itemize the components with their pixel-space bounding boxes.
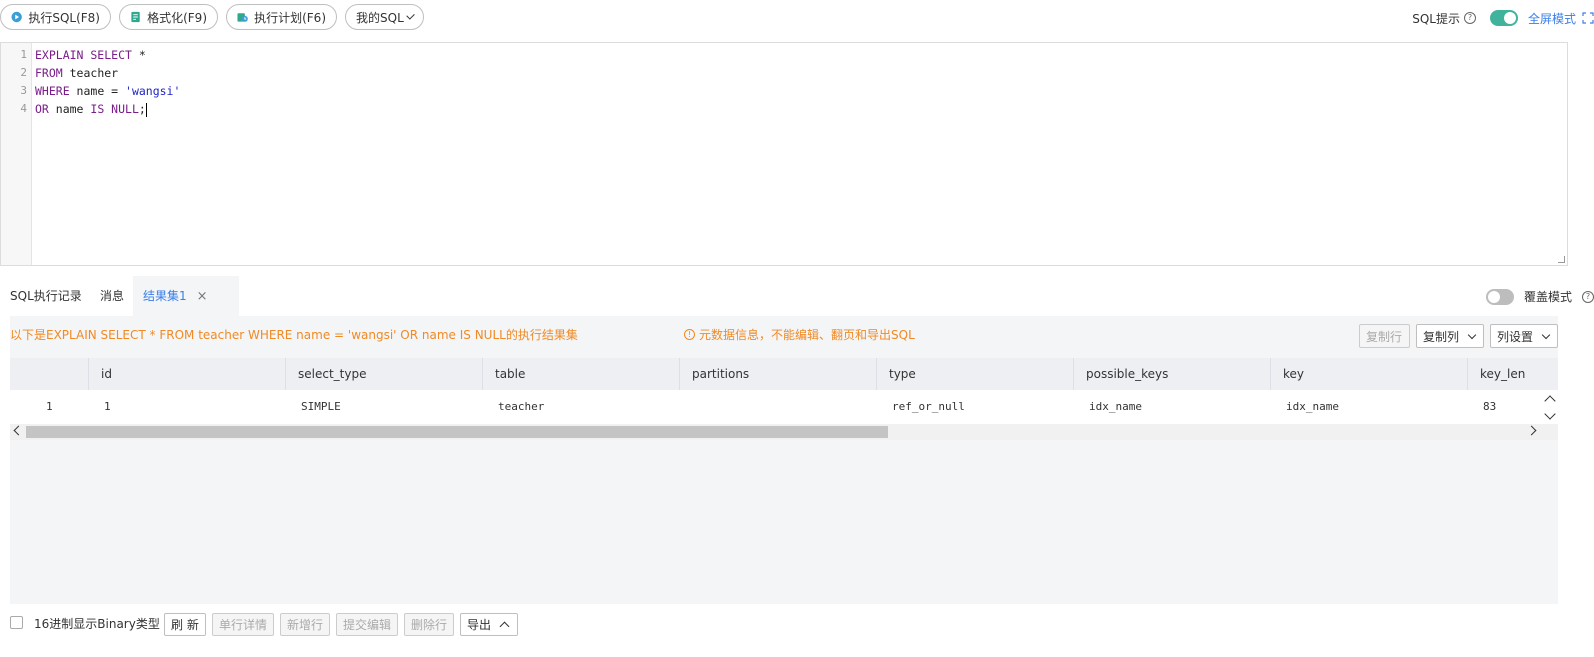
execution-plan-label: 执行计划(F6) bbox=[254, 10, 326, 25]
sql-text: * bbox=[131, 48, 146, 62]
line-number: 4 bbox=[20, 102, 27, 115]
line-number-gutter: 1 2 3 4 bbox=[1, 43, 32, 265]
column-settings-label: 列设置 bbox=[1497, 329, 1534, 344]
line-number: 2 bbox=[20, 66, 27, 79]
toolbar-right: SQL提示 ? 全屏模式 bbox=[1412, 8, 1594, 28]
header-cell[interactable]: id bbox=[88, 358, 285, 390]
my-sql-label: 我的SQL bbox=[356, 10, 404, 25]
result-grid: id select_type table partitions type pos… bbox=[10, 358, 1558, 440]
format-label: 格式化(F9) bbox=[147, 10, 207, 25]
row-detail-button[interactable]: 单行详情 bbox=[212, 613, 274, 636]
add-row-button[interactable]: 新增行 bbox=[280, 613, 330, 636]
expand-icon[interactable] bbox=[1582, 12, 1594, 24]
overlay-mode-toggle[interactable] bbox=[1485, 288, 1514, 305]
table-cell[interactable]: SIMPLE bbox=[285, 390, 482, 424]
chevron-up-icon bbox=[499, 621, 510, 632]
table-cell[interactable]: ref_or_null bbox=[876, 390, 1073, 424]
scrollbar-thumb[interactable] bbox=[26, 426, 888, 438]
code-line[interactable]: EXPLAIN SELECT * bbox=[35, 48, 146, 62]
export-dropdown[interactable]: 导出 bbox=[460, 613, 518, 636]
chevron-down-icon bbox=[1541, 330, 1551, 339]
fullscreen-link[interactable]: 全屏模式 bbox=[1528, 10, 1576, 27]
table-row[interactable]: 1 1 SIMPLE teacher ref_or_null idx_name … bbox=[10, 390, 1558, 424]
help-icon[interactable]: ? bbox=[1582, 290, 1594, 303]
copy-column-label: 复制列 bbox=[1423, 329, 1460, 344]
overlay-mode: 覆盖模式 ? bbox=[1485, 288, 1594, 305]
copy-row-button[interactable]: 复制行 bbox=[1359, 324, 1410, 348]
column-settings-dropdown[interactable]: 列设置 bbox=[1490, 324, 1558, 348]
chevron-down-icon bbox=[1467, 330, 1477, 339]
run-sql-label: 执行SQL(F8) bbox=[28, 10, 100, 25]
sql-editor[interactable]: 1 2 3 4 EXPLAIN SELECT * FROM teacher WH… bbox=[0, 42, 1568, 266]
header-cell[interactable]: table bbox=[482, 358, 679, 390]
run-sql-button[interactable]: 执行SQL(F8) bbox=[0, 4, 111, 30]
result-tabs: SQL执行记录 消息 结果集1 × bbox=[0, 276, 1594, 316]
table-cell[interactable] bbox=[679, 390, 876, 424]
line-number: 3 bbox=[20, 84, 27, 97]
execution-plan-button[interactable]: 执行计划(F6) bbox=[226, 4, 337, 30]
sql-text: name bbox=[48, 102, 91, 116]
header-cell[interactable]: key_len bbox=[1467, 358, 1558, 390]
metadata-warning-text: 元数据信息，不能编辑、翻页和导出SQL bbox=[699, 328, 915, 342]
sql-text: name = bbox=[69, 84, 126, 98]
chevron-left-icon[interactable] bbox=[13, 425, 24, 436]
overlay-mode-label: 覆盖模式 bbox=[1523, 290, 1572, 304]
resize-handle[interactable] bbox=[1558, 256, 1565, 263]
format-button[interactable]: 格式化(F9) bbox=[119, 4, 218, 30]
sql-keyword: WHERE bbox=[35, 84, 70, 98]
plan-icon bbox=[237, 13, 248, 22]
sql-hint-label: SQL提示 bbox=[1412, 11, 1460, 26]
header-cell-index bbox=[10, 358, 88, 390]
header-cell[interactable]: key bbox=[1270, 358, 1467, 390]
table-cell[interactable]: 1 bbox=[88, 390, 285, 424]
close-icon[interactable]: × bbox=[197, 277, 208, 317]
chevron-right-icon[interactable] bbox=[1526, 425, 1537, 436]
header-cell[interactable]: possible_keys bbox=[1073, 358, 1270, 390]
copy-column-dropdown[interactable]: 复制列 bbox=[1416, 324, 1484, 348]
sql-keyword: IS NULL bbox=[90, 102, 139, 116]
refresh-button[interactable]: 刷 新 bbox=[164, 613, 206, 636]
info-icon: ! bbox=[684, 329, 695, 340]
header-cell[interactable]: partitions bbox=[679, 358, 876, 390]
hex-binary-label: 16进制显示Binary类型 bbox=[34, 617, 160, 631]
hex-binary-checkbox[interactable] bbox=[10, 616, 23, 629]
sql-hint-toggle[interactable] bbox=[1489, 10, 1518, 26]
tab-messages[interactable]: 消息 bbox=[90, 276, 134, 316]
table-cell[interactable]: idx_name bbox=[1073, 390, 1270, 424]
row-index-cell: 1 bbox=[46, 400, 53, 413]
sql-string: 'wangsi' bbox=[125, 84, 181, 98]
tab-sql-history[interactable]: SQL执行记录 bbox=[0, 276, 92, 316]
tab-result-set-1[interactable]: 结果集1 × bbox=[133, 276, 239, 316]
tab-result-label: 结果集1 bbox=[143, 289, 187, 303]
help-icon[interactable]: ? bbox=[1463, 12, 1476, 24]
result-info-text: 以下是EXPLAIN SELECT * FROM teacher WHERE n… bbox=[10, 328, 578, 342]
play-icon bbox=[11, 11, 22, 23]
code-line[interactable]: WHERE name = 'wangsi' bbox=[35, 84, 180, 98]
metadata-warning: ! 元数据信息，不能编辑、翻页和导出SQL bbox=[684, 326, 915, 343]
table-cell[interactable]: idx_name bbox=[1270, 390, 1467, 424]
export-label: 导出 bbox=[467, 618, 492, 632]
table-cell[interactable]: teacher bbox=[482, 390, 679, 424]
delete-row-button[interactable]: 删除行 bbox=[404, 613, 454, 636]
sql-keyword: OR bbox=[35, 102, 49, 116]
sql-keyword: FROM bbox=[35, 66, 63, 80]
text-cursor bbox=[145, 102, 147, 117]
code-line[interactable]: OR name IS NULL; bbox=[35, 102, 147, 117]
header-cell[interactable]: select_type bbox=[285, 358, 482, 390]
chevron-down-icon bbox=[406, 10, 415, 20]
table-cell[interactable]: 83 bbox=[1467, 390, 1558, 424]
grid-header: id select_type table partitions type pos… bbox=[10, 358, 1558, 390]
sql-keyword: EXPLAIN SELECT bbox=[35, 48, 132, 62]
submit-edit-button[interactable]: 提交编辑 bbox=[336, 613, 398, 636]
sql-text: teacher bbox=[62, 66, 119, 80]
horizontal-scrollbar[interactable] bbox=[10, 424, 1558, 440]
header-cell[interactable]: type bbox=[876, 358, 1073, 390]
sql-toolbar: 执行SQL(F8) 格式化(F9) 执行计划(F6) 我的SQL SQL提示 ?… bbox=[0, 0, 1594, 36]
code-line[interactable]: FROM teacher bbox=[35, 66, 118, 80]
document-icon bbox=[131, 11, 140, 23]
line-number: 1 bbox=[20, 48, 27, 61]
my-sql-dropdown[interactable]: 我的SQL bbox=[345, 4, 424, 30]
sql-text: ; bbox=[138, 102, 146, 116]
